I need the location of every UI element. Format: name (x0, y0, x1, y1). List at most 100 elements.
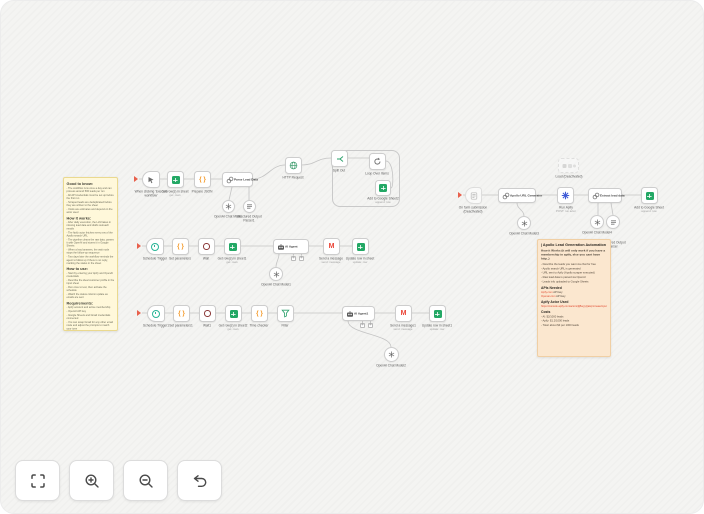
run-marker (458, 192, 462, 198)
node-http-request[interactable] (285, 157, 302, 174)
clock-icon (152, 309, 160, 318)
node-label: HTTP Request (282, 176, 304, 180)
openai-icon (594, 219, 600, 225)
node-filter[interactable] (277, 305, 294, 322)
node-code[interactable]: { } (251, 305, 268, 322)
sticky-title: | Apollo Lead Generation Automation (541, 242, 607, 248)
sticky-bullets: After daily execution, the LLM takes in … (67, 221, 115, 265)
undo-button[interactable] (177, 460, 222, 501)
google-sheets-icon (171, 175, 180, 184)
node-label: OpenAI Chat Model4 (582, 231, 612, 235)
wait-icon (203, 243, 210, 250)
add-memory-button[interactable]: + (291, 255, 296, 261)
google-sheets-icon (645, 191, 654, 200)
loop-icon (374, 157, 381, 165)
add-tool-button[interactable]: + (299, 255, 304, 261)
api-item: Apify.com API key (541, 291, 563, 295)
node-run-apify[interactable] (557, 187, 574, 204)
globe-icon (289, 161, 298, 170)
node-openai-chat-model[interactable] (222, 200, 235, 213)
sticky-note-yellow[interactable]: Good to know: The workflow runs once a d… (63, 177, 118, 331)
node-ai-agent[interactable]: AI Agent (273, 239, 309, 254)
node-label: Filter (281, 324, 289, 328)
node-openai-chat-model[interactable] (269, 267, 283, 281)
code-icon: { } (177, 242, 184, 250)
sticky-heading: How it works: (66, 215, 92, 221)
node-load-deactivated[interactable] (558, 158, 579, 173)
gmail-icon: M (328, 243, 335, 250)
node-label: Update row in sheet1 update: row (421, 324, 453, 332)
node-google-sheets-append[interactable] (641, 187, 658, 204)
node-form-trigger-deactivated[interactable] (465, 187, 482, 204)
node-code[interactable]: { } (172, 238, 189, 255)
node-google-sheets-get[interactable] (225, 305, 242, 322)
wait-icon (204, 310, 211, 317)
node-google-sheets-update[interactable] (352, 238, 369, 255)
node-google-sheets-append[interactable] (375, 180, 391, 196)
node-google-sheets-get[interactable] (224, 238, 241, 255)
node-code[interactable]: { } (194, 171, 211, 188)
actor-url-link[interactable]: https://console.apify.com/actors/jljBwyy… (541, 305, 607, 308)
node-openai-chat-model[interactable] (384, 347, 399, 362)
sticky-bullets: Apify account and active membershipOpenA… (67, 306, 115, 330)
api-link[interactable]: Openai.com (541, 295, 556, 298)
workflow-canvas[interactable]: When clicking 'Execute workflow' Get row… (0, 0, 704, 514)
sticky-heading: How to use: (66, 266, 89, 272)
zoom-out-button[interactable] (123, 460, 168, 501)
node-code[interactable]: { } (173, 305, 190, 322)
google-sheets-icon (228, 242, 237, 251)
node-label: OpenAI Chat Model1 (261, 283, 291, 287)
node-output-parser[interactable] (243, 200, 256, 213)
node-wait[interactable] (198, 238, 215, 255)
node-apollo-url-generator[interactable]: Apollo URL Generator (498, 188, 542, 203)
google-sheets-icon (229, 309, 238, 318)
code-icon: { } (256, 309, 263, 317)
fit-view-button[interactable] (15, 460, 60, 501)
run-marker (134, 176, 138, 182)
api-item: Openai.com API key (541, 294, 566, 298)
sticky-intro: How it Works (it will only work if you h… (541, 249, 606, 261)
node-google-sheets-update[interactable] (429, 305, 446, 322)
node-label: Add to Google Sheet2 append: row (367, 197, 399, 205)
node-schedule-trigger[interactable] (147, 305, 165, 322)
clock-icon (151, 242, 159, 251)
sticky-costs: AI: $2/1000 leadsApify: $1.2/1000 leadsT… (541, 315, 607, 327)
node-ai-agent[interactable]: AI Agent1 (342, 306, 375, 321)
run-marker (137, 310, 141, 316)
chain-icon (502, 192, 510, 199)
node-openai-chat-model[interactable] (517, 216, 531, 230)
node-wait[interactable] (199, 305, 216, 322)
node-label: Send a message1 send: message (390, 324, 416, 332)
node-openai-chat-model[interactable] (590, 215, 604, 229)
chain-icon (226, 176, 234, 183)
sticky-note-orange[interactable]: | Apollo Lead Generation Automation How … (537, 239, 611, 357)
node-extract-lead-data[interactable]: Extract lead data (588, 188, 625, 203)
node-gmail[interactable]: M (395, 305, 412, 322)
list-icon (247, 204, 252, 209)
zoom-in-button[interactable] (69, 460, 114, 501)
list-icon (610, 219, 616, 225)
node-manual-trigger[interactable] (142, 171, 160, 188)
add-memory-button[interactable]: + (360, 323, 365, 328)
openai-icon (521, 220, 527, 226)
ghost-icon (562, 163, 576, 168)
node-gmail[interactable]: M (323, 238, 340, 255)
funnel-icon (281, 309, 290, 318)
node-split-out[interactable] (331, 150, 348, 167)
sticky-steps: Describe the leads you want via chat for… (541, 263, 607, 284)
node-output-parser[interactable] (606, 215, 620, 229)
node-loop-over-items[interactable] (369, 153, 386, 170)
api-link[interactable]: Apify.com (541, 291, 553, 294)
add-tool-button[interactable]: + (368, 323, 373, 328)
code-icon: { } (178, 309, 185, 317)
sticky-heading: Good to know: (66, 181, 94, 187)
node-google-sheets-get[interactable] (167, 171, 184, 188)
run-marker (137, 243, 141, 249)
google-sheets-icon (433, 309, 442, 318)
node-schedule-trigger[interactable] (146, 238, 164, 255)
node-parse-lead-data[interactable]: Parse Lead Data (222, 172, 258, 187)
node-label: OpenAI Chat Model2 (376, 364, 406, 368)
chain-icon (592, 192, 600, 199)
node-label: On form submission (Deactivated) (458, 206, 488, 214)
google-sheets-icon (356, 242, 365, 251)
